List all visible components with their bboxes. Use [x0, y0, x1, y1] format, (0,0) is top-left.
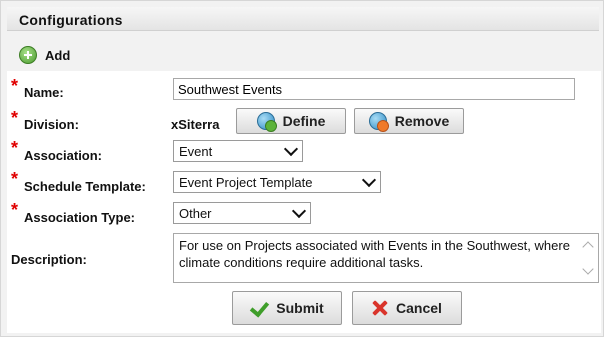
schedule-template-selected-value: Event Project Template — [179, 174, 313, 190]
association-row: * Association: Event — [7, 139, 601, 165]
name-row: * Name: — [7, 77, 601, 103]
checkmark-icon — [250, 301, 268, 315]
association-type-selected-value: Other — [179, 205, 212, 221]
association-select[interactable]: Event — [173, 140, 303, 162]
scroll-down-icon[interactable] — [582, 265, 594, 277]
schedule-template-label: Schedule Template: — [24, 179, 146, 194]
globe-add-icon — [256, 112, 277, 132]
required-marker: * — [11, 138, 19, 158]
define-button[interactable]: Define — [236, 108, 346, 134]
configuration-form: * Name: * Division: xSiterra Define Remo… — [7, 71, 601, 333]
required-marker: * — [11, 76, 19, 96]
association-type-label: Association Type: — [24, 210, 136, 225]
add-label: Add — [45, 47, 71, 63]
required-marker: * — [11, 200, 19, 220]
cancel-button[interactable]: Cancel — [352, 291, 462, 325]
configurations-panel: Configurations Add * Name: * Division: x… — [0, 0, 604, 337]
division-row: * Division: xSiterra Define Remove — [7, 108, 601, 135]
name-label: Name: — [24, 85, 64, 100]
panel-header: Configurations — [7, 7, 599, 31]
remove-button[interactable]: Remove — [354, 108, 464, 134]
required-marker: * — [11, 108, 19, 128]
description-label: Description: — [11, 252, 87, 267]
association-type-select[interactable]: Other — [173, 202, 311, 224]
cancel-button-label: Cancel — [396, 300, 442, 316]
association-label: Association: — [24, 148, 103, 163]
association-type-row: * Association Type: Other — [7, 201, 601, 227]
add-circle-icon — [19, 46, 37, 64]
association-selected-value: Event — [179, 143, 213, 159]
submit-button[interactable]: Submit — [232, 291, 342, 325]
add-button[interactable]: Add — [19, 45, 70, 65]
schedule-template-row: * Schedule Template: Event Project Templ… — [7, 170, 601, 196]
chevron-down-icon — [293, 207, 305, 219]
submit-button-label: Submit — [276, 300, 324, 316]
scroll-up-icon[interactable] — [582, 239, 594, 251]
define-button-label: Define — [282, 113, 326, 129]
name-input[interactable] — [173, 78, 575, 100]
panel-title: Configurations — [19, 12, 123, 28]
description-text: For use on Projects associated with Even… — [179, 238, 570, 270]
description-textarea[interactable]: For use on Projects associated with Even… — [173, 233, 599, 283]
division-value: xSiterra — [171, 117, 220, 132]
required-marker: * — [11, 169, 19, 189]
globe-remove-icon — [368, 112, 389, 132]
chevron-down-icon — [363, 176, 375, 188]
division-label: Division: — [24, 117, 79, 132]
x-icon — [372, 300, 388, 316]
remove-button-label: Remove — [394, 113, 450, 129]
schedule-template-select[interactable]: Event Project Template — [173, 171, 381, 193]
chevron-down-icon — [285, 145, 297, 157]
